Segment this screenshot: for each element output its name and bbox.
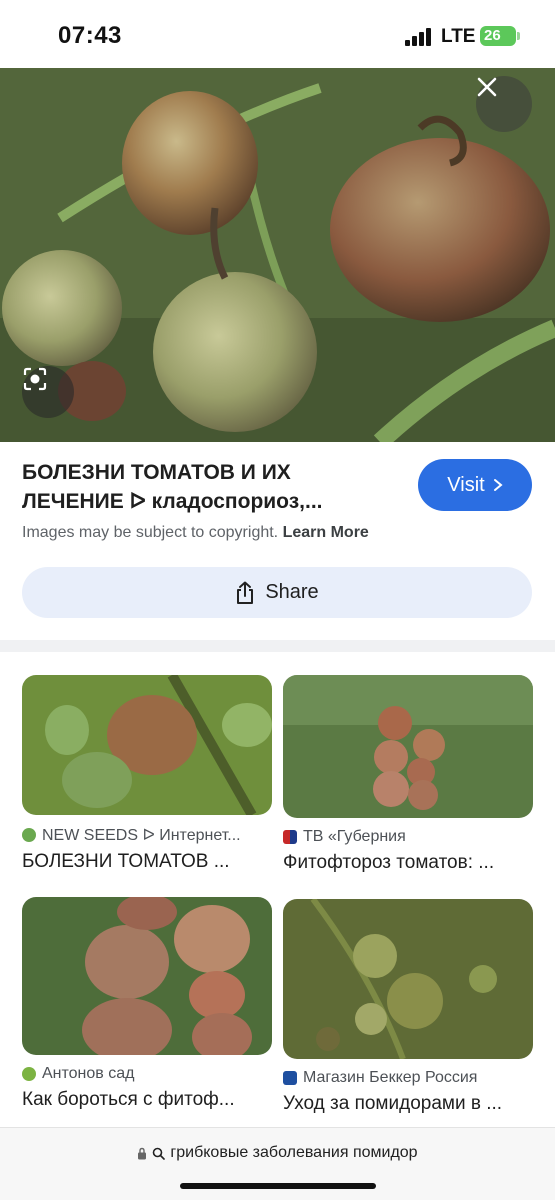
related-title[interactable]: Уход за помидорами в ... <box>283 1093 533 1115</box>
visit-button[interactable]: Visit <box>418 459 532 511</box>
source-favicon-icon <box>283 1071 297 1085</box>
search-icon <box>153 1147 166 1160</box>
related-thumbnail[interactable] <box>283 899 533 1059</box>
hero-image[interactable] <box>0 68 555 442</box>
result-title[interactable]: БОЛЕЗНИ ТОМАТОВ И ИХ ЛЕЧЕНИЕ ᐅ кладоспор… <box>22 458 402 516</box>
status-bar: 07:43 LTE 26 <box>0 0 555 68</box>
source-name: NEW SEEDS ᐅ Интернет... <box>42 827 241 844</box>
share-button[interactable]: Share <box>22 567 532 618</box>
address-bar[interactable]: грибковые заболевания помидор <box>0 1144 555 1162</box>
close-icon <box>477 77 497 97</box>
browser-bottom-bar: грибковые заболевания помидор <box>0 1127 555 1200</box>
home-indicator[interactable] <box>180 1183 376 1189</box>
chevron-right-icon <box>493 479 503 491</box>
battery-icon: 26 <box>480 26 516 46</box>
share-label: Share <box>265 581 319 603</box>
close-button[interactable] <box>476 76 532 132</box>
status-time: 07:43 <box>58 22 122 49</box>
related-card[interactable]: NEW SEEDS ᐅ Интернет... БОЛЕЗНИ ТОМАТОВ … <box>22 675 272 873</box>
related-title[interactable]: Как бороться с фитоф... <box>22 1089 272 1111</box>
lens-icon <box>23 367 47 391</box>
share-icon <box>237 581 254 604</box>
tomato-thumbnail <box>283 899 533 1059</box>
related-thumbnail[interactable] <box>283 675 533 818</box>
related-thumbnail[interactable] <box>22 897 272 1055</box>
tomato-thumbnail <box>283 675 533 818</box>
source-name: Магазин Беккер Россия <box>303 1069 478 1086</box>
related-title[interactable]: БОЛЕЗНИ ТОМАТОВ ... <box>22 851 272 873</box>
tomato-thumbnail <box>22 675 272 815</box>
source-favicon-icon <box>22 828 36 842</box>
lock-icon <box>138 1147 147 1159</box>
source-name: ТВ «Губерния <box>303 828 406 845</box>
related-source: Магазин Беккер Россия <box>283 1069 533 1087</box>
related-title[interactable]: Фитофтороз томатов: ... <box>283 852 533 874</box>
section-divider <box>0 640 555 652</box>
source-favicon-icon <box>22 1067 36 1081</box>
related-card[interactable]: Магазин Беккер Россия Уход за помидорами… <box>283 899 533 1115</box>
source-name: Антонов сад <box>42 1065 135 1082</box>
copyright-notice: Images may be subject to copyright. Lear… <box>22 524 369 542</box>
related-source: ТВ «Губерния <box>283 828 533 846</box>
tomato-thumbnail <box>22 897 272 1055</box>
copyright-text: Images may be subject to copyright. <box>22 524 279 541</box>
related-card[interactable]: ТВ «Губерния Фитофтороз томатов: ... <box>283 675 533 874</box>
related-source: NEW SEEDS ᐅ Интернет... <box>22 825 272 845</box>
network-label: LTE <box>441 26 476 47</box>
visit-label: Visit <box>447 473 485 496</box>
learn-more-link[interactable]: Learn More <box>283 524 369 541</box>
related-thumbnail[interactable] <box>22 675 272 815</box>
address-text: грибковые заболевания помидор <box>170 1144 418 1161</box>
source-favicon-icon <box>283 830 297 844</box>
signal-icon <box>405 28 435 46</box>
tomato-illustration <box>0 68 555 442</box>
related-card[interactable]: Антонов сад Как бороться с фитоф... <box>22 897 272 1111</box>
battery-cap <box>517 32 520 40</box>
lens-button[interactable] <box>22 366 74 418</box>
related-source: Антонов сад <box>22 1065 272 1083</box>
battery-level: 26 <box>484 27 501 44</box>
